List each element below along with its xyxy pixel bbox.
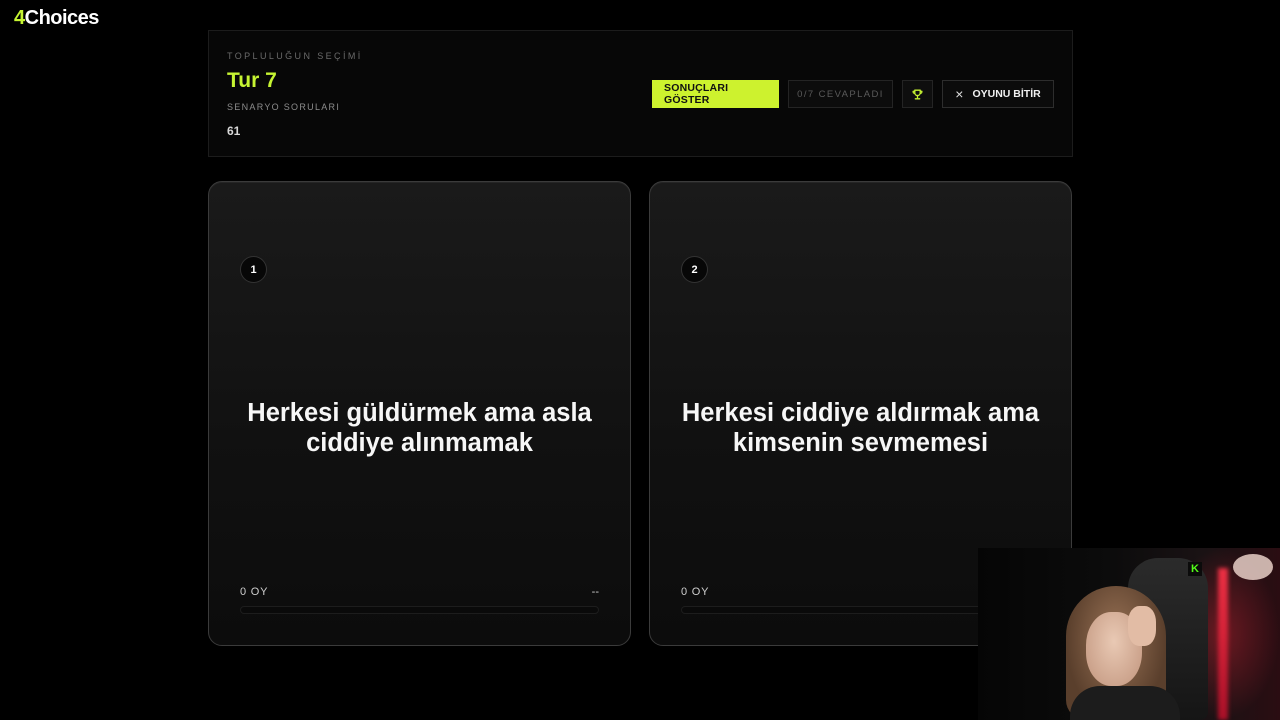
logo-number: 4 [14,7,25,29]
webcam-overlay: K [978,548,1280,720]
vote-progress-bar [240,606,599,614]
header-eyebrow: TOPLULUĞUN SEÇİMİ [227,51,363,61]
answered-status: 0/7 CEVAPLADI [788,80,893,108]
vote-count: 0 OY [240,586,269,598]
option-card-1[interactable]: 1 Herkesi güldürmek ama asla ciddiye alı… [208,181,631,646]
round-category: SENARYO SORULARI [227,102,341,112]
option-text: Herkesi güldürmek ama asla ciddiye alınm… [247,399,592,457]
end-game-label: OYUNU BİTİR [972,88,1041,100]
option-number-badge: 1 [240,256,267,283]
option-text: Herkesi ciddiye aldırmak ama kimsenin se… [681,399,1040,457]
close-icon: × [955,86,964,102]
streamer-body [1070,686,1180,720]
trophy-icon [912,89,923,99]
logo-word: Choices [24,7,100,29]
neon-light [1218,568,1228,720]
kick-logo-icon: K [1188,562,1202,576]
end-game-button[interactable]: × OYUNU BİTİR [942,80,1054,108]
leaderboard-button[interactable] [902,80,933,108]
streamer-hand [1128,606,1156,646]
header-actions: SONUÇLARI GÖSTER 0/7 CEVAPLADI × OYUNU B… [652,80,1054,108]
round-header: TOPLULUĞUN SEÇİMİ Tur 7 SENARYO SORULARI… [208,30,1073,157]
option-number-badge: 2 [681,256,708,283]
vote-percent: -- [591,586,599,598]
show-results-button[interactable]: SONUÇLARI GÖSTER [652,80,779,108]
vote-count: 0 OY [681,586,710,598]
round-title: Tur 7 [227,69,277,92]
cloud-lamp [1233,554,1273,580]
app-logo: 4Choices [14,5,99,31]
question-count: 61 [227,124,241,138]
